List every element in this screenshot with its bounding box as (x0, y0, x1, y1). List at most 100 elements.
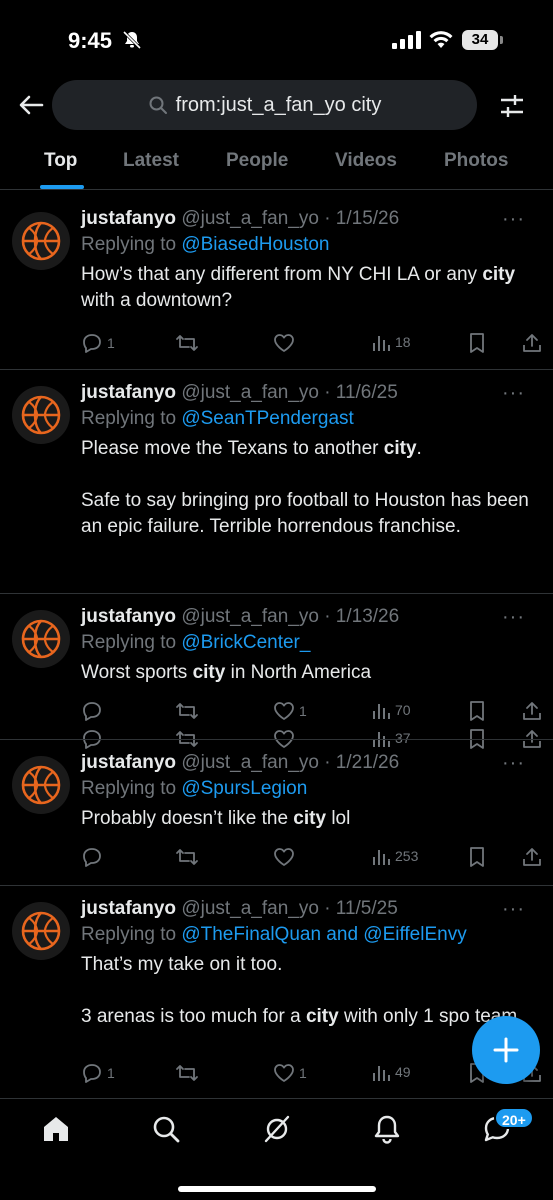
battery-indicator: 34 (462, 30, 498, 50)
tweet-header: justafanyo @just_a_fan_yo · 11/5/25 (81, 898, 539, 920)
basketball-icon (21, 619, 61, 659)
more-options-icon[interactable]: ··· (502, 208, 525, 231)
tab-people[interactable]: People (226, 150, 288, 172)
tab-videos[interactable]: Videos (335, 150, 397, 172)
like-icon (274, 702, 294, 720)
search-input[interactable]: from:just_a_fan_yo city (52, 80, 477, 130)
status-bar: 9:45 34 (0, 0, 553, 80)
tweet-header: justafanyo @just_a_fan_yo · 1/13/26 (81, 606, 539, 628)
bookmark-button[interactable] (467, 700, 487, 722)
avatar[interactable] (12, 902, 70, 960)
like-button[interactable] (273, 332, 299, 354)
reply-handle-link[interactable]: @SeanTPendergast (181, 408, 353, 429)
share-button[interactable] (521, 700, 543, 722)
compose-button[interactable] (472, 1016, 540, 1084)
like-icon (274, 334, 294, 352)
repost-button[interactable] (175, 700, 203, 722)
replying-to: Replying to @SpursLegion (81, 778, 539, 800)
tweet-actions: 1 18 (81, 332, 541, 356)
search-header: from:just_a_fan_yo city (0, 80, 553, 136)
tweet-header: justafanyo @just_a_fan_yo · 1/21/26 (81, 752, 539, 774)
status-time: 9:45 (68, 28, 113, 53)
share-button[interactable] (521, 332, 543, 354)
views-button[interactable]: 18 (371, 332, 411, 352)
display-name[interactable]: justafanyo (81, 382, 176, 403)
handle-and-date: @just_a_fan_yo · 1/21/26 (181, 752, 400, 773)
more-options-icon[interactable]: ··· (502, 752, 525, 775)
views-icon (373, 1066, 390, 1081)
views-button[interactable]: 49 (371, 1062, 411, 1082)
views-button[interactable]: 70 (371, 700, 411, 720)
bookmark-icon (470, 847, 484, 867)
like-count: 1 (299, 1065, 307, 1081)
repost-icon (176, 849, 198, 865)
notifications-icon[interactable] (371, 1113, 403, 1145)
tab-latest[interactable]: Latest (123, 150, 179, 172)
tweet[interactable]: justafanyo @just_a_fan_yo · 1/13/26 ··· … (0, 594, 553, 740)
views-button[interactable]: 253 (371, 846, 418, 866)
tweet[interactable]: justafanyo @just_a_fan_yo · 11/5/25 ··· … (0, 886, 553, 1126)
reply-icon (83, 1064, 101, 1083)
tab-top[interactable]: Top (44, 150, 77, 172)
display-name[interactable]: justafanyo (81, 898, 176, 919)
like-button[interactable]: 1 (273, 700, 307, 722)
tab-photos[interactable]: Photos (444, 150, 508, 172)
tweet-text: Probably doesn’t like the city lol (81, 808, 351, 829)
reply-button[interactable] (81, 700, 107, 722)
avatar[interactable] (12, 212, 70, 270)
reply-button[interactable]: 1 (81, 1062, 115, 1084)
search-query: from:just_a_fan_yo city (175, 93, 382, 116)
basketball-icon (21, 911, 61, 951)
explore-icon[interactable] (150, 1113, 182, 1145)
repost-icon (176, 335, 198, 351)
wifi-icon (429, 31, 453, 48)
search-icon (149, 96, 167, 114)
tweet-actions: 1 1 49 (81, 1062, 541, 1086)
bookmark-button[interactable] (467, 332, 487, 354)
more-options-icon[interactable]: ··· (502, 898, 525, 921)
basketball-icon (21, 395, 61, 435)
like-button[interactable]: 1 (273, 1062, 307, 1084)
tweet[interactable]: justafanyo @just_a_fan_yo · 1/15/26 ··· … (0, 198, 553, 370)
reply-icon (83, 702, 101, 721)
reply-icon (83, 334, 101, 353)
messages-badge: 20+ (494, 1107, 534, 1129)
display-name[interactable]: justafanyo (81, 752, 176, 773)
replying-to: Replying to @SeanTPendergast (81, 408, 539, 430)
avatar[interactable] (12, 610, 70, 668)
reply-handle-link[interactable]: @SpursLegion (181, 778, 307, 799)
display-name[interactable]: justafanyo (81, 208, 176, 229)
handle-and-date: @just_a_fan_yo · 1/15/26 (181, 208, 400, 229)
repost-button[interactable] (175, 846, 203, 868)
filter-icon[interactable] (498, 92, 526, 120)
like-icon (274, 1064, 294, 1082)
bookmark-button[interactable] (467, 846, 487, 868)
display-name[interactable]: justafanyo (81, 606, 176, 627)
reply-handle-link[interactable]: @BrickCenter_ (181, 632, 310, 653)
tweet[interactable]: justafanyo @just_a_fan_yo · 1/21/26 ··· … (0, 740, 553, 886)
grok-icon[interactable] (261, 1113, 293, 1145)
views-icon (373, 704, 390, 719)
avatar[interactable] (12, 756, 70, 814)
more-options-icon[interactable]: ··· (502, 382, 525, 405)
replying-to: Replying to @TheFinalQuan and @EiffelEnv… (81, 924, 539, 946)
tweet-text: How’s that any different from NY CHI LA … (81, 264, 516, 311)
tweet-feed: justafanyo @just_a_fan_yo · 1/15/26 ··· … (0, 198, 553, 1126)
reply-handle-link[interactable]: @BiasedHouston (181, 234, 329, 255)
back-arrow-icon[interactable] (16, 90, 46, 120)
share-button[interactable] (521, 846, 543, 868)
more-options-icon[interactable]: ··· (502, 606, 525, 629)
handle-and-date: @just_a_fan_yo · 1/13/26 (181, 606, 400, 627)
reply-handle-link[interactable]: @TheFinalQuan and @EiffelEnvy (181, 924, 466, 945)
reply-button[interactable]: 1 (81, 332, 115, 354)
repost-button[interactable] (175, 1062, 203, 1084)
like-button[interactable] (273, 846, 299, 868)
tweet[interactable]: justafanyo @just_a_fan_yo · 11/6/25 ··· … (0, 370, 553, 749)
repost-icon (176, 703, 198, 719)
repost-button[interactable] (175, 332, 203, 354)
tweet-header: justafanyo @just_a_fan_yo · 11/6/25 (81, 382, 539, 404)
avatar[interactable] (12, 386, 70, 444)
handle-and-date: @just_a_fan_yo · 11/6/25 (181, 382, 398, 403)
reply-button[interactable] (81, 846, 107, 868)
home-icon[interactable] (40, 1113, 72, 1145)
